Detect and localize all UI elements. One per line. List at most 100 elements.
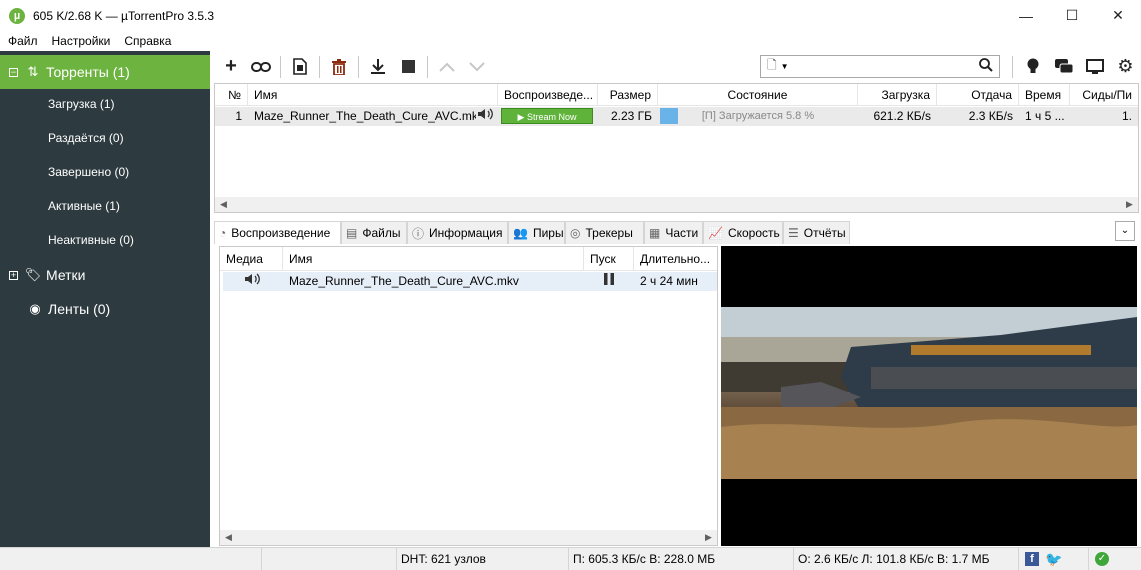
column-play[interactable]: Пуск (584, 247, 634, 271)
video-player[interactable] (721, 246, 1137, 546)
start-icon[interactable] (363, 53, 393, 81)
document-icon[interactable]: 🗋 (767, 56, 777, 77)
minimize-button[interactable]: — (1003, 0, 1049, 31)
scroll-left-icon[interactable]: ◀ (220, 532, 237, 543)
toolbar-divider (358, 55, 359, 78)
check-icon[interactable]: ✓ (1095, 552, 1109, 566)
sidebar-item-active[interactable]: Активные (1) (0, 189, 210, 223)
torrent-size: 2.23 ГБ (610, 109, 652, 123)
window-title: 605 K/2.68 K — µTorrentPro 3.5.3 (33, 8, 215, 23)
chat-icon[interactable] (1048, 53, 1079, 81)
sidebar-item-downloading[interactable]: Загрузка (1) (0, 87, 210, 121)
menu-bar: Файл Настройки Справка (0, 31, 1141, 51)
twitter-icon[interactable]: 🐦 (1045, 548, 1062, 570)
bulb-icon[interactable] (1017, 53, 1048, 81)
media-name: Maze_Runner_The_Death_Cure_AVC.mkv (289, 274, 519, 288)
tab-label: Файлы (362, 226, 401, 240)
column-playback[interactable]: Воспроизведе... (498, 84, 598, 106)
create-torrent-icon[interactable] (285, 53, 315, 81)
tab-info[interactable]: ⓘ Информация (407, 221, 508, 244)
move-up-icon[interactable] (432, 53, 462, 81)
tab-pieces[interactable]: ▦ Части (644, 221, 703, 244)
tab-logger[interactable]: ☰ Отчёты (783, 221, 850, 244)
remove-icon[interactable] (324, 53, 354, 81)
column-download-speed[interactable]: Загрузка (858, 84, 937, 106)
stream-now-cell: ▶ Stream Now (498, 107, 598, 126)
menu-settings[interactable]: Настройки (45, 34, 118, 48)
horizontal-scrollbar[interactable]: ◀ ▶ (215, 197, 1138, 212)
upload-speed: 2.3 КБ/s (968, 109, 1013, 123)
settings-icon[interactable]: ⚙ (1110, 53, 1141, 81)
horizontal-scrollbar[interactable]: ◀ ▶ (220, 530, 717, 545)
progress-bar: [П] Загружается 5.8 % (660, 108, 856, 124)
sidebar-item-labels[interactable]: + 🏷 Метки (0, 258, 210, 292)
close-button[interactable]: ✕ (1095, 0, 1141, 31)
torrent-name: Maze_Runner_The_Death_Cure_AVC.mkv (254, 109, 476, 123)
connection-status: ✓ (1088, 547, 1141, 570)
scroll-right-icon[interactable]: ▶ (700, 532, 717, 543)
maximize-button[interactable]: ☐ (1049, 0, 1095, 31)
tab-label: Пиры (532, 226, 564, 240)
torrents-arrows-icon: ⇅ (27, 64, 39, 79)
table-row[interactable]: 1 Maze_Runner_The_Death_Cure_AVC.mkv ▶ S… (215, 107, 1138, 126)
column-size[interactable]: Размер (598, 84, 658, 106)
scroll-right-icon[interactable]: ▶ (1121, 199, 1138, 210)
sidebar-item-torrents[interactable]: − ⇅ Торренты (1) (0, 55, 210, 89)
facebook-icon[interactable]: f (1025, 552, 1039, 566)
column-upload-speed[interactable]: Отдача (937, 84, 1019, 106)
remote-icon[interactable] (1079, 53, 1110, 81)
status-spacer (261, 547, 396, 570)
playback-icon: ◔ (219, 226, 227, 240)
chevron-down-icon[interactable]: ▼ (781, 62, 789, 71)
collapse-panel-icon[interactable]: ⌄ (1115, 221, 1135, 241)
column-media[interactable]: Медиа (220, 247, 283, 271)
sidebar-item-label: Метки (46, 267, 86, 283)
tab-peers[interactable]: 👥 Пиры (508, 221, 565, 244)
status-cell: [П] Загружается 5.8 % (658, 107, 858, 126)
column-name[interactable]: Имя (248, 84, 498, 106)
list-item[interactable]: Maze_Runner_The_Death_Cure_AVC.mkv 2 ч 2… (223, 272, 717, 291)
utorrent-logo-icon: µ (9, 7, 25, 24)
tab-files[interactable]: ▤ Файлы (341, 221, 407, 244)
eta: 1 ч 5 ... (1025, 109, 1065, 123)
stream-now-button[interactable]: ▶ Stream Now (501, 108, 593, 124)
tab-trackers[interactable]: ◎ Трекеры (565, 221, 644, 244)
toolbar-divider (319, 55, 320, 78)
video-frame (721, 307, 1137, 479)
toolbar-divider (1012, 55, 1013, 78)
column-eta[interactable]: Время (1019, 84, 1070, 106)
torrent-number: 1 (235, 109, 242, 123)
upload-status: О: 2.6 КБ/с Л: 101.8 КБ/с В: 1.7 МБ (793, 547, 1018, 570)
column-duration[interactable]: Длительно... (634, 247, 717, 271)
sidebar-item-feeds[interactable]: ◉ Ленты (0) (0, 292, 210, 326)
pause-icon[interactable] (584, 272, 634, 291)
column-status[interactable]: Состояние (658, 84, 858, 106)
tab-playback[interactable]: ◔ Воспроизведение (214, 221, 341, 244)
stop-icon[interactable] (393, 53, 423, 81)
menu-help[interactable]: Справка (117, 34, 178, 48)
tab-label: Части (665, 226, 699, 240)
add-torrent-icon[interactable]: + (216, 53, 246, 81)
sidebar-item-seeding[interactable]: Раздаётся (0) (0, 121, 210, 155)
tab-label: Информация (429, 226, 503, 240)
search-input[interactable] (792, 57, 979, 76)
expand-icon[interactable]: + (9, 270, 18, 280)
add-link-icon[interactable] (246, 53, 276, 81)
toolbar: + 🗋 ▼ ⚙ (212, 51, 1141, 82)
move-down-icon[interactable] (462, 53, 492, 81)
scroll-left-icon[interactable]: ◀ (215, 199, 232, 210)
sidebar-item-inactive[interactable]: Неактивные (0) (0, 223, 210, 257)
torrent-list: № Имя Воспроизведе... Размер Состояние З… (214, 83, 1139, 213)
collapse-icon[interactable]: − (9, 67, 18, 77)
sidebar-item-completed[interactable]: Завершено (0) (0, 155, 210, 189)
column-seeds-peers[interactable]: Сиды/Пи (1070, 84, 1138, 106)
speaker-icon (476, 107, 498, 126)
column-name[interactable]: Имя (283, 247, 584, 271)
tab-speed[interactable]: 📈 Скорость (703, 221, 783, 244)
search-box[interactable]: 🗋 ▼ (760, 55, 1000, 78)
title-bar: µ 605 K/2.68 K — µTorrentPro 3.5.3 — ☐ ✕ (0, 0, 1141, 31)
toolbar-divider (280, 55, 281, 78)
search-icon[interactable] (979, 58, 993, 75)
column-number[interactable]: № (215, 84, 248, 106)
menu-file[interactable]: Файл (0, 34, 45, 48)
